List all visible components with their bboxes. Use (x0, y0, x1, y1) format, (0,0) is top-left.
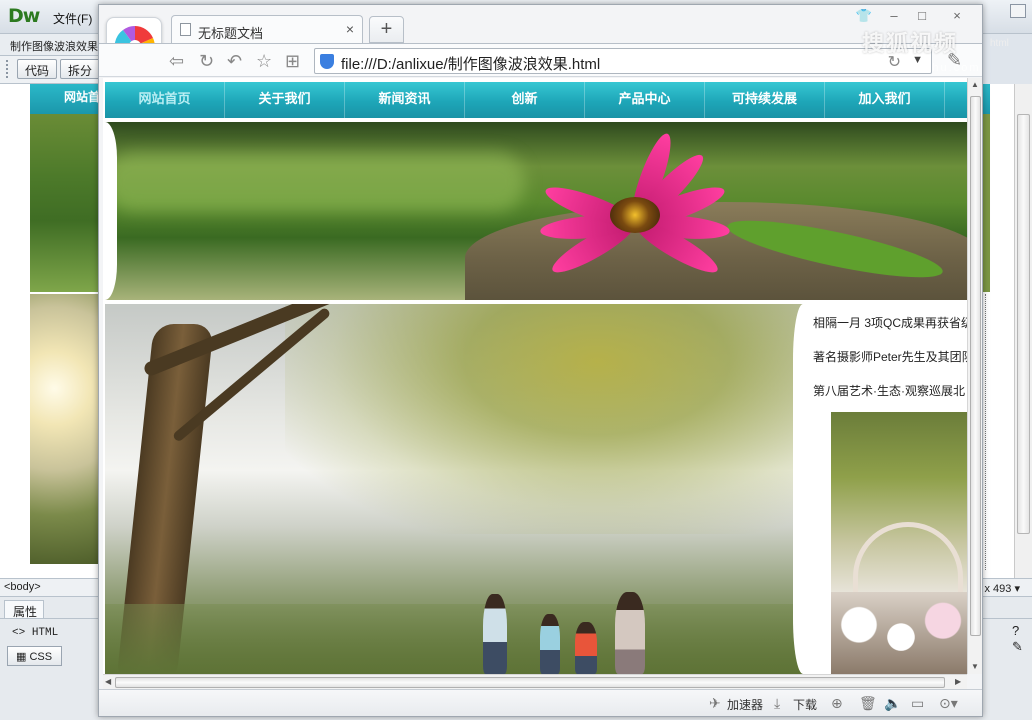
flower-basket-thumbnail (831, 412, 967, 674)
window-icon[interactable]: ▭ (911, 695, 924, 712)
nav-about[interactable]: 关于我们 (225, 82, 345, 118)
page-horizontal-scrollbar[interactable]: ◀ ▶ (103, 674, 967, 689)
dw-nav-preview: 网站首 (30, 84, 100, 114)
person (483, 594, 507, 674)
banner-blur (105, 152, 525, 212)
dw-banner-preview (30, 114, 100, 292)
refresh-icon[interactable]: ↻ (199, 52, 214, 70)
tag-selector-body[interactable]: <body> (4, 581, 41, 593)
css-grid-icon: ▦ (16, 651, 30, 663)
page-viewport[interactable]: 网站首页 关于我们 新闻资讯 创新 产品中心 可持续发展 加入我们 相隔一月 3… (103, 78, 967, 674)
site-navigation: 网站首页 关于我们 新闻资讯 创新 产品中心 可持续发展 加入我们 (105, 82, 967, 118)
skin-icon[interactable]: 👕 (851, 7, 877, 25)
photo-ground (105, 604, 803, 674)
undo-close-icon[interactable]: ↶ (227, 52, 242, 70)
wave-edge-right (793, 304, 803, 674)
close-tab-icon[interactable]: × (346, 21, 354, 37)
help-icon[interactable]: ? (1012, 623, 1019, 638)
menu-file[interactable]: 文件(F) (53, 10, 92, 27)
split-view-button[interactable]: 拆分 (60, 59, 100, 79)
accelerator-icon[interactable]: ✈ (709, 695, 721, 712)
nav-join-us[interactable]: 加入我们 (825, 82, 945, 118)
basket-flowers (831, 592, 967, 674)
dw-restore-button[interactable] (1010, 4, 1026, 18)
news-item-3[interactable]: 第八届艺术·生态·观察巡展北 (813, 382, 965, 399)
watermark-sub: tv.sohu.com (900, 62, 981, 74)
html-label: HTML (31, 627, 59, 639)
maximize-icon[interactable]: □ (909, 7, 935, 25)
news-item-1[interactable]: 相隔一月 3项QC成果再获省级 (813, 314, 967, 331)
code-view-button[interactable]: 代码 (17, 59, 57, 79)
address-bar[interactable]: file:///D:/anlixue/制作图像波浪效果.html ↻ ▼ (314, 48, 932, 74)
dw-guide-line (985, 294, 987, 570)
dw-file-tab[interactable]: 制作图像波浪效果 (0, 34, 104, 56)
dw-document-toolbar: 代码 拆分 (0, 56, 104, 84)
photo-foliage (285, 304, 803, 534)
nav-innovation[interactable]: 创新 (465, 82, 585, 118)
person (575, 622, 597, 674)
browser-navbar: ⇦ ↻ ↶ ☆ ⊞ file:///D:/anlixue/制作图像波浪效果.ht… (99, 43, 982, 77)
nav-sustainability[interactable]: 可持续发展 (705, 82, 825, 118)
person (540, 614, 560, 674)
news-item-2[interactable]: 著名摄影师Peter先生及其团队 (813, 348, 967, 365)
browser-window: 无标题文档 × + 👕 – □ × ⇦ ↻ ↶ ☆ ⊞ file:///D:/a… (98, 4, 983, 717)
tab-title: 无标题文档 (198, 26, 264, 41)
code-brackets-icon: <> (12, 627, 32, 639)
news-list: 相隔一月 3项QC成果再获省级 著名摄影师Peter先生及其团队 第八届艺术·生… (809, 304, 967, 424)
scroll-right-icon[interactable]: ▶ (955, 677, 961, 686)
download-icon[interactable]: ⤓ (774, 695, 780, 712)
nav-products[interactable]: 产品中心 (585, 82, 705, 118)
favorite-star-icon[interactable]: ☆ (256, 52, 272, 70)
document-icon (180, 23, 191, 36)
nav-home[interactable]: 网站首页 (105, 82, 225, 118)
dw-vertical-scrollbar[interactable] (1014, 84, 1032, 578)
dw-html-label: html (990, 38, 1009, 49)
address-input[interactable]: file:///D:/anlixue/制作图像波浪效果.html (341, 53, 600, 74)
nav-news[interactable]: 新闻资讯 (345, 82, 465, 118)
window-size-menu[interactable]: x 493 ▾ (985, 582, 1021, 595)
accelerator-button[interactable]: 加速器 (727, 696, 763, 713)
dw-logo: Dw (8, 5, 40, 27)
family-tree-photo (105, 304, 803, 674)
watermark: 搜狐视频 (862, 32, 959, 57)
wave-edge-left (105, 122, 117, 300)
apps-grid-icon[interactable]: ⊞ (285, 52, 300, 70)
html-mode-button[interactable]: <> HTML (12, 627, 58, 639)
edit-rule-icon[interactable]: ✎ (1012, 639, 1023, 655)
flower-center (610, 197, 660, 233)
browser-status-bar: ✈ 加速器 ⤓ 下载 ⊕ 🗑 🔈 ▭ ⊙▾ (99, 689, 982, 716)
scroll-down-icon[interactable]: ▼ (971, 662, 979, 671)
properties-tab[interactable]: 属性 (4, 600, 44, 619)
tab-active[interactable]: 无标题文档 × (171, 15, 363, 44)
page-vertical-scrollbar[interactable]: ▲ ▼ (967, 78, 982, 674)
trash-icon[interactable]: 🗑 (859, 695, 877, 712)
dw-banner-preview-right (982, 114, 990, 292)
back-icon[interactable]: ⇦ (169, 52, 184, 70)
new-tab-button[interactable]: + (369, 16, 404, 43)
css-label: CSS (29, 651, 53, 663)
scroll-left-icon[interactable]: ◀ (105, 677, 111, 686)
vertical-scroll-thumb[interactable] (970, 96, 981, 636)
css-mode-button[interactable]: ▦ CSS (7, 646, 62, 666)
add-icon[interactable]: ⊕ (831, 695, 843, 712)
dw-photo-preview (30, 294, 100, 564)
scroll-up-icon[interactable]: ▲ (971, 80, 979, 89)
horizontal-scroll-thumb[interactable] (115, 677, 945, 688)
person (615, 592, 645, 674)
minimize-icon[interactable]: – (881, 7, 907, 25)
download-button[interactable]: 下载 (793, 696, 817, 713)
zoom-icon[interactable]: ⊙▾ (939, 695, 958, 712)
sound-icon[interactable]: 🔈 (884, 695, 901, 712)
close-window-icon[interactable]: × (944, 7, 970, 25)
banner-flower-image (105, 122, 967, 300)
toolbar-grip-icon[interactable] (6, 60, 10, 78)
security-shield-icon (320, 54, 334, 69)
dw-scroll-thumb[interactable] (1017, 114, 1030, 534)
